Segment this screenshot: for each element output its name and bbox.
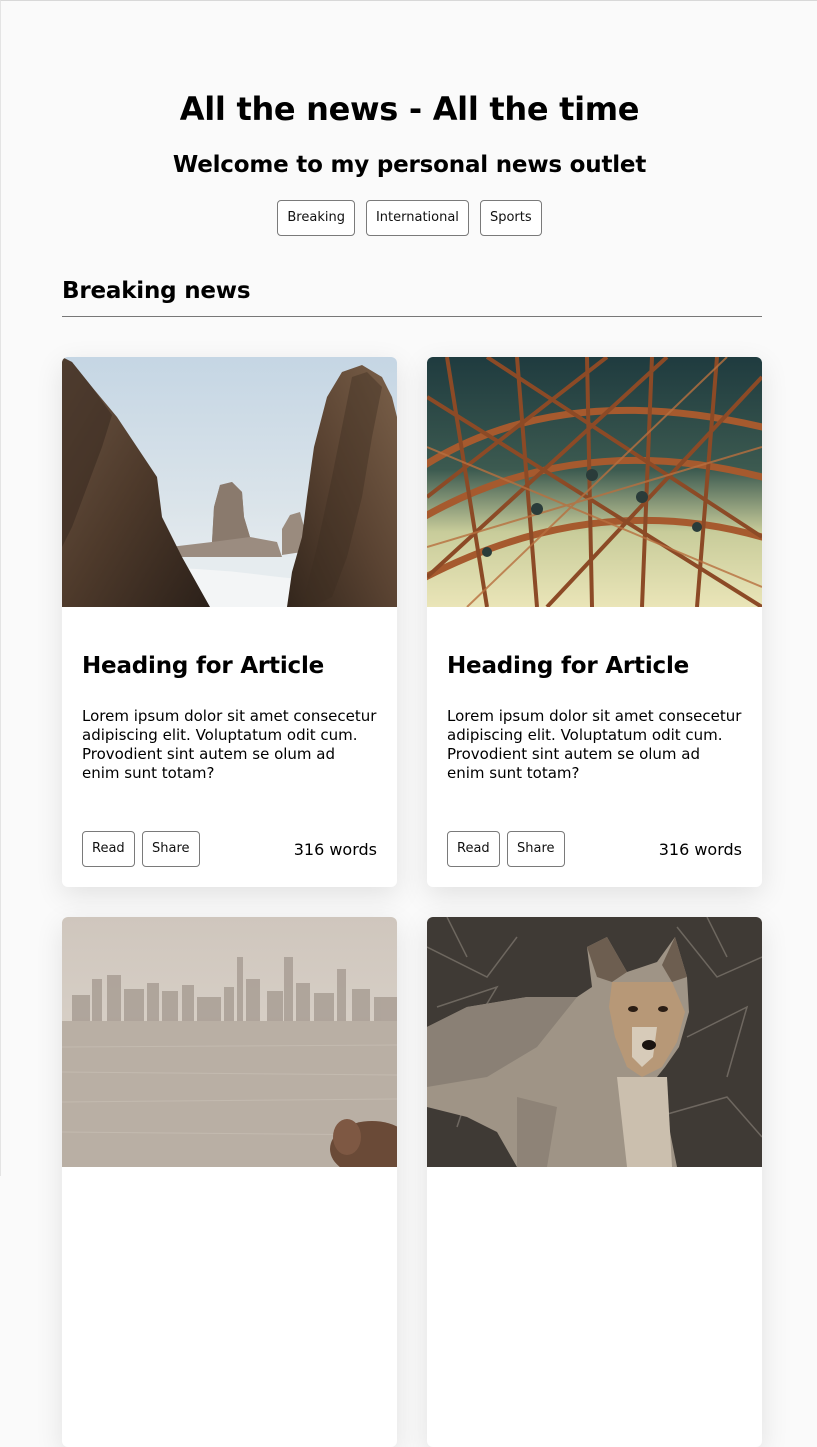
nav-breaking-button[interactable]: Breaking <box>277 200 355 236</box>
site-subtitle: Welcome to my personal news outlet <box>172 152 647 178</box>
article-card <box>427 917 762 1447</box>
article-heading: Heading for Article <box>82 653 325 679</box>
read-button[interactable]: Read <box>82 831 135 867</box>
article-excerpt: Lorem ipsum dolor sit amet consecetur ad… <box>82 707 377 782</box>
share-button[interactable]: Share <box>142 831 200 867</box>
article-excerpt: Lorem ipsum dolor sit amet consecetur ad… <box>447 707 742 782</box>
bridge-steel-structure-photo <box>427 357 762 607</box>
word-count: 316 words <box>658 840 742 859</box>
article-card: Heading for Article Lorem ipsum dolor si… <box>62 357 397 887</box>
nav-international-button[interactable]: International <box>365 200 469 236</box>
site-title: All the news - All the time <box>179 90 640 128</box>
nav-sports-button[interactable]: Sports <box>479 200 542 236</box>
card-footer: Read Share 316 words <box>82 831 377 867</box>
share-button[interactable]: Share <box>507 831 565 867</box>
section-heading: Breaking news <box>62 278 251 304</box>
foggy-city-skyline-photo <box>62 917 397 1167</box>
word-count: 316 words <box>293 840 377 859</box>
sea-rocks-photo <box>62 357 397 607</box>
read-button[interactable]: Read <box>447 831 500 867</box>
article-heading: Heading for Article <box>447 653 690 679</box>
coyote-photo <box>427 917 762 1167</box>
card-footer: Read Share 316 words <box>447 831 742 867</box>
section-divider <box>62 316 762 317</box>
article-card <box>62 917 397 1447</box>
article-card: Heading for Article Lorem ipsum dolor si… <box>427 357 762 887</box>
category-nav: Breaking International Sports <box>1 200 817 236</box>
